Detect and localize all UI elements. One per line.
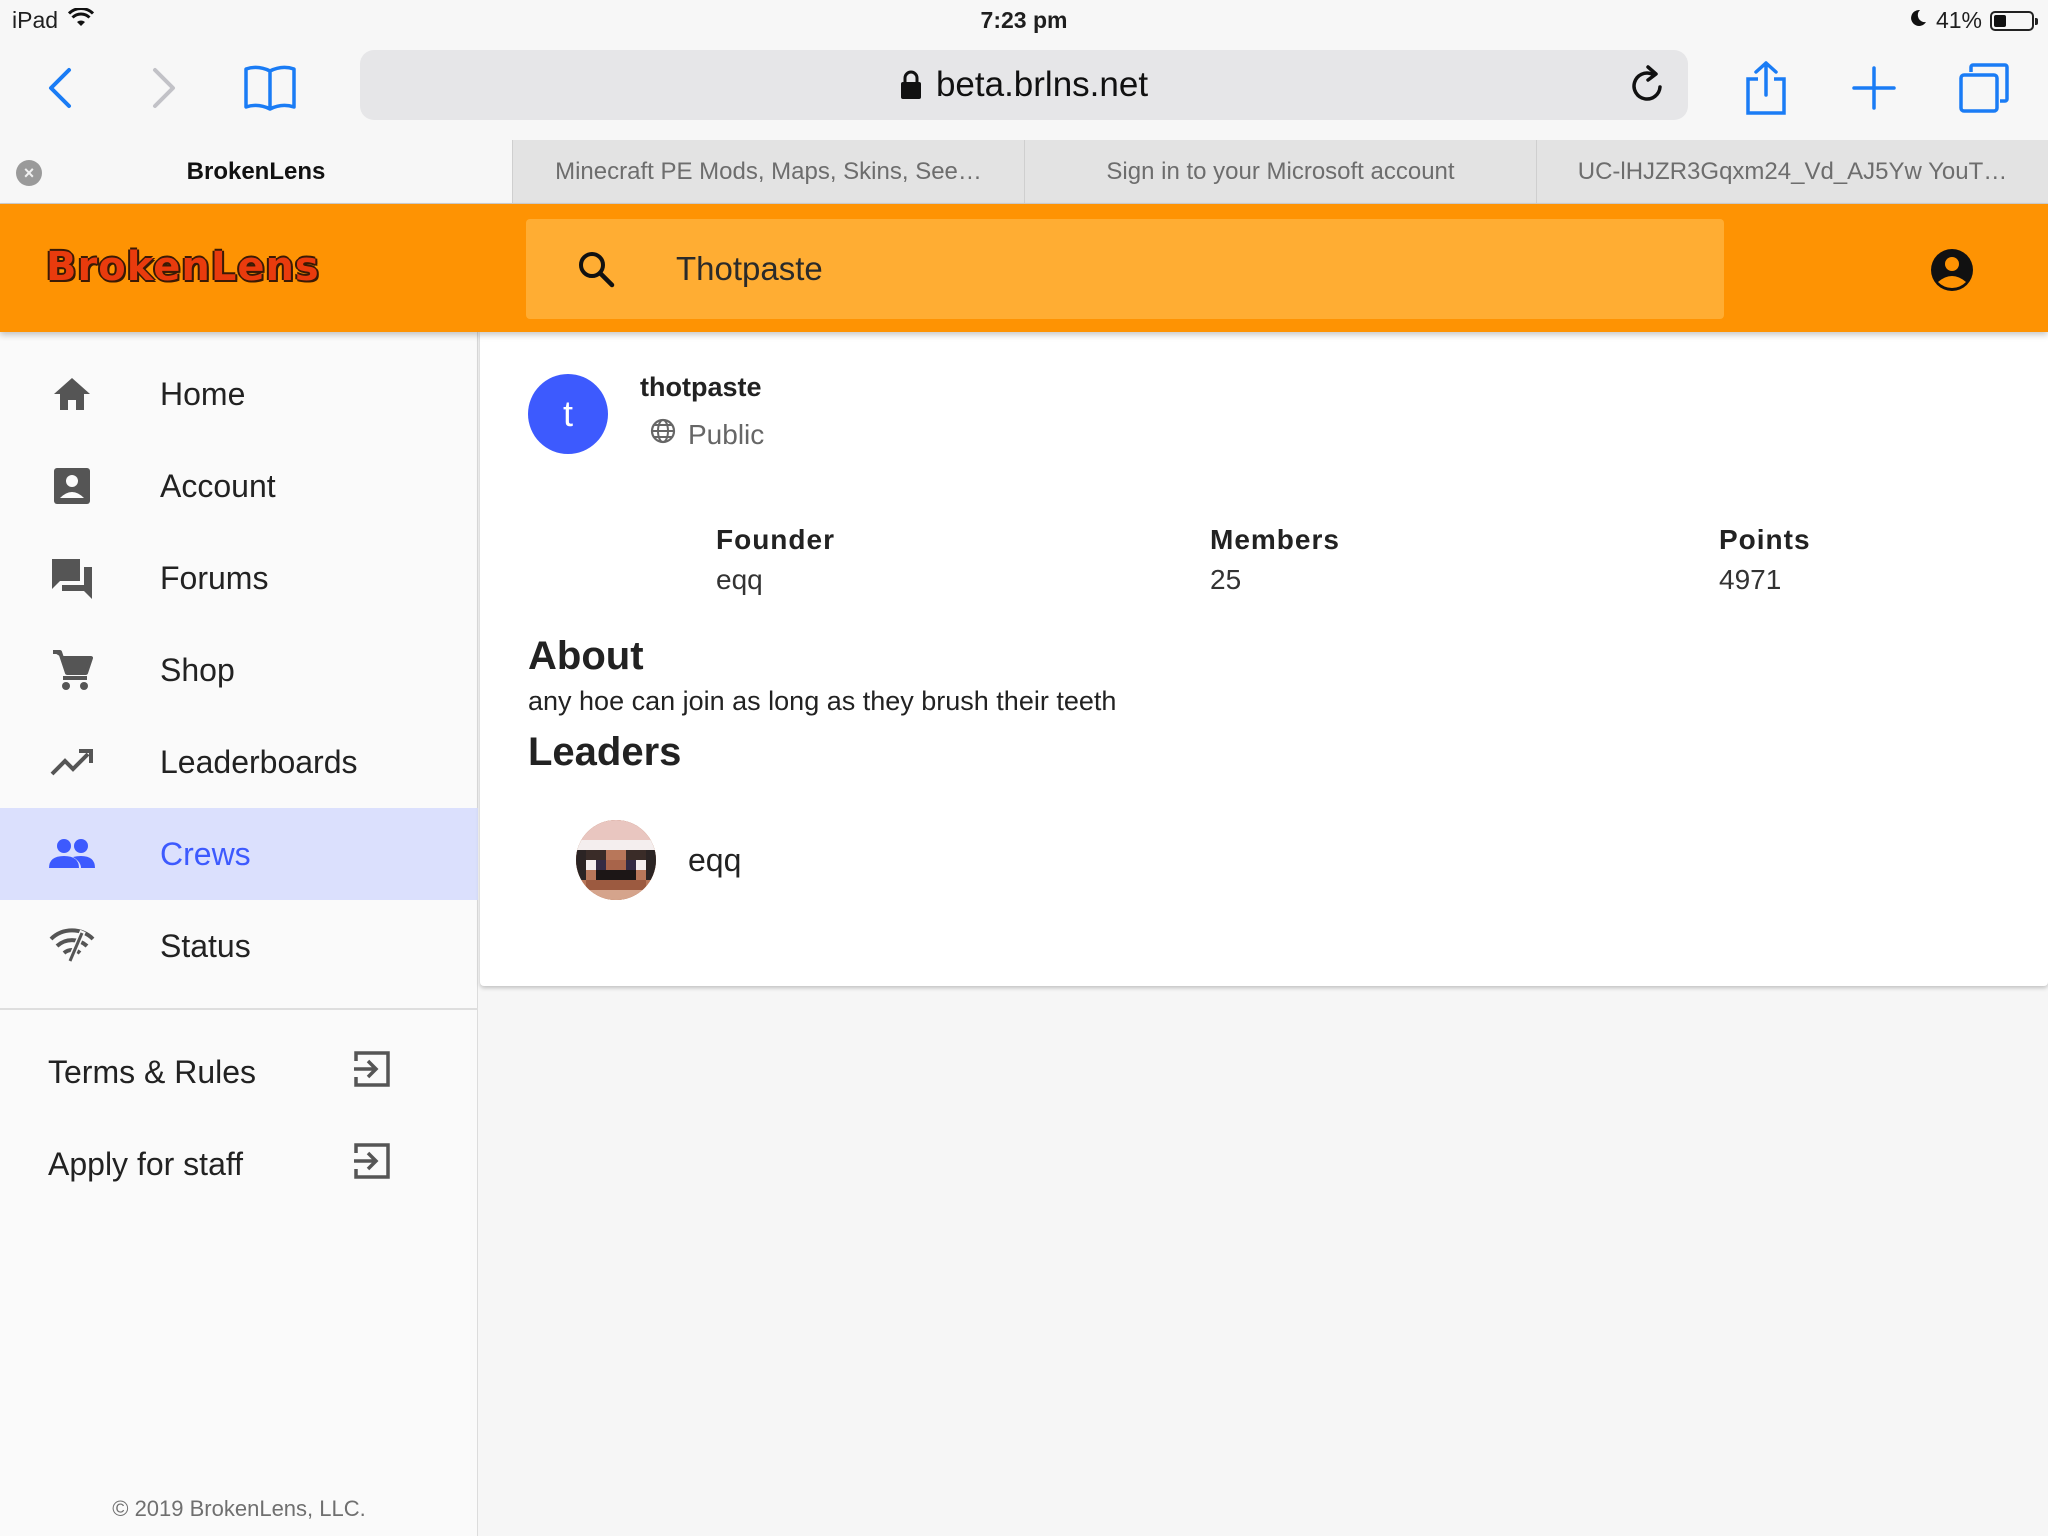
- brokenlens-logo[interactable]: BrokenLens: [46, 244, 320, 290]
- leader-item[interactable]: eqq: [576, 820, 741, 900]
- stat-value: 25: [1210, 564, 1242, 595]
- sidebar-item-home[interactable]: Home: [0, 348, 478, 440]
- sidebar-item-crews[interactable]: Crews: [0, 808, 478, 900]
- sidebar-link-label: Terms & Rules: [48, 1053, 257, 1090]
- stat-label: Points: [1719, 524, 1811, 555]
- address-bar[interactable]: beta.brlns.net: [360, 50, 1688, 120]
- tab-label: BrokenLens: [186, 157, 326, 185]
- stat-founder: Founder eqq: [716, 524, 835, 596]
- new-tab-icon[interactable]: [1844, 58, 1904, 118]
- about-text: any hoe can join as long as they brush t…: [528, 686, 1117, 716]
- app-header: BrokenLens Thotpaste: [0, 204, 2048, 332]
- sidebar-link-label: Apply for staff: [48, 1145, 244, 1182]
- sidebar-item-label: Shop: [160, 651, 235, 688]
- leader-avatar: [576, 820, 656, 900]
- sidebar-item-label: Home: [160, 375, 246, 412]
- tabs-overview-icon[interactable]: [1954, 58, 2014, 118]
- stat-label: Members: [1210, 524, 1340, 555]
- sidebar-item-status[interactable]: Status: [0, 900, 478, 992]
- forum-icon: [48, 554, 96, 602]
- tab-label: UC-lHJZR3Gqxm24_Vd_AJ5Yw YouT…: [1577, 157, 2008, 185]
- leader-name: eqq: [688, 841, 742, 878]
- crew-visibility: Public: [650, 418, 764, 451]
- exit-icon: [352, 1049, 398, 1095]
- stat-value: 4971: [1719, 564, 1782, 595]
- trending-up-icon: [48, 738, 96, 786]
- account-circle-icon[interactable]: [1930, 248, 1974, 292]
- stat-members: Members 25: [1210, 524, 1340, 596]
- lock-icon: [900, 70, 922, 100]
- reload-icon[interactable]: [1628, 65, 1666, 114]
- stat-points: Points 4971: [1719, 524, 1811, 596]
- leaders-heading: Leaders: [528, 730, 682, 774]
- sidebar-item-shop[interactable]: Shop: [0, 624, 478, 716]
- share-icon[interactable]: [1736, 58, 1796, 118]
- crew-avatar: t: [528, 374, 608, 454]
- tab-strip: × BrokenLens Minecraft PE Mods, Maps, Sk…: [0, 140, 2048, 204]
- visibility-label: Public: [688, 418, 765, 450]
- stat-label: Founder: [716, 524, 835, 555]
- battery-icon: [1990, 10, 2038, 31]
- sidebar-divider: [0, 1008, 478, 1010]
- sidebar-item-account[interactable]: Account: [0, 440, 478, 532]
- close-tab-icon[interactable]: ×: [16, 160, 42, 186]
- about-heading: About: [528, 634, 644, 678]
- exit-icon: [352, 1141, 398, 1187]
- stat-value: eqq: [716, 564, 763, 595]
- crew-card: t thotpaste Public Founder eqq Members 2…: [480, 332, 2048, 986]
- sidebar-item-label: Forums: [160, 559, 269, 596]
- url-text: beta.brlns.net: [935, 65, 1149, 104]
- tab-minecraft[interactable]: Minecraft PE Mods, Maps, Skins, See…: [512, 140, 1024, 203]
- sidebar-link-apply-staff[interactable]: Apply for staff: [0, 1118, 478, 1210]
- sidebar-item-label: Status: [160, 927, 251, 964]
- tab-microsoft[interactable]: Sign in to your Microsoft account: [1024, 140, 1536, 203]
- tab-label: Minecraft PE Mods, Maps, Skins, See…: [555, 157, 982, 185]
- sidebar-item-label: Crews: [160, 835, 251, 872]
- sidebar-item-label: Leaderboards: [160, 743, 358, 780]
- signal-icon: [48, 922, 96, 970]
- battery-percent: 41%: [1935, 7, 1982, 33]
- search-input[interactable]: Thotpaste: [676, 250, 823, 288]
- search-icon[interactable]: [576, 249, 616, 289]
- moon-icon: [1908, 7, 1928, 34]
- tab-label: Sign in to your Microsoft account: [1106, 157, 1455, 185]
- crew-name: thotpaste: [640, 372, 762, 402]
- clock: 7:23 pm: [980, 7, 1068, 33]
- sidebar-item-label: Account: [160, 467, 276, 504]
- globe-icon: [650, 418, 676, 451]
- people-icon: [48, 830, 96, 878]
- home-icon: [48, 370, 96, 418]
- cart-icon: [48, 646, 96, 694]
- search-bar[interactable]: Thotpaste: [526, 219, 1724, 319]
- forward-icon[interactable]: [134, 58, 194, 118]
- sidebar-link-terms[interactable]: Terms & Rules: [0, 1026, 478, 1118]
- bookmarks-icon[interactable]: [240, 58, 300, 118]
- sidebar-item-forums[interactable]: Forums: [0, 532, 478, 624]
- copyright-text: © 2019 BrokenLens, LLC.: [112, 1496, 366, 1521]
- account-box-icon: [48, 462, 96, 510]
- status-bar: iPad 7:23 pm 41%: [0, 0, 2048, 44]
- tab-brokenlens[interactable]: × BrokenLens: [0, 140, 512, 203]
- sidebar: Home Account Forums Shop Leaderboards Cr…: [0, 332, 478, 1536]
- browser-toolbar: beta.brlns.net: [0, 44, 2048, 140]
- sidebar-item-leaderboards[interactable]: Leaderboards: [0, 716, 478, 808]
- tab-youtube[interactable]: UC-lHJZR3Gqxm24_Vd_AJ5Yw YouT…: [1536, 140, 2048, 203]
- back-icon[interactable]: [30, 58, 90, 118]
